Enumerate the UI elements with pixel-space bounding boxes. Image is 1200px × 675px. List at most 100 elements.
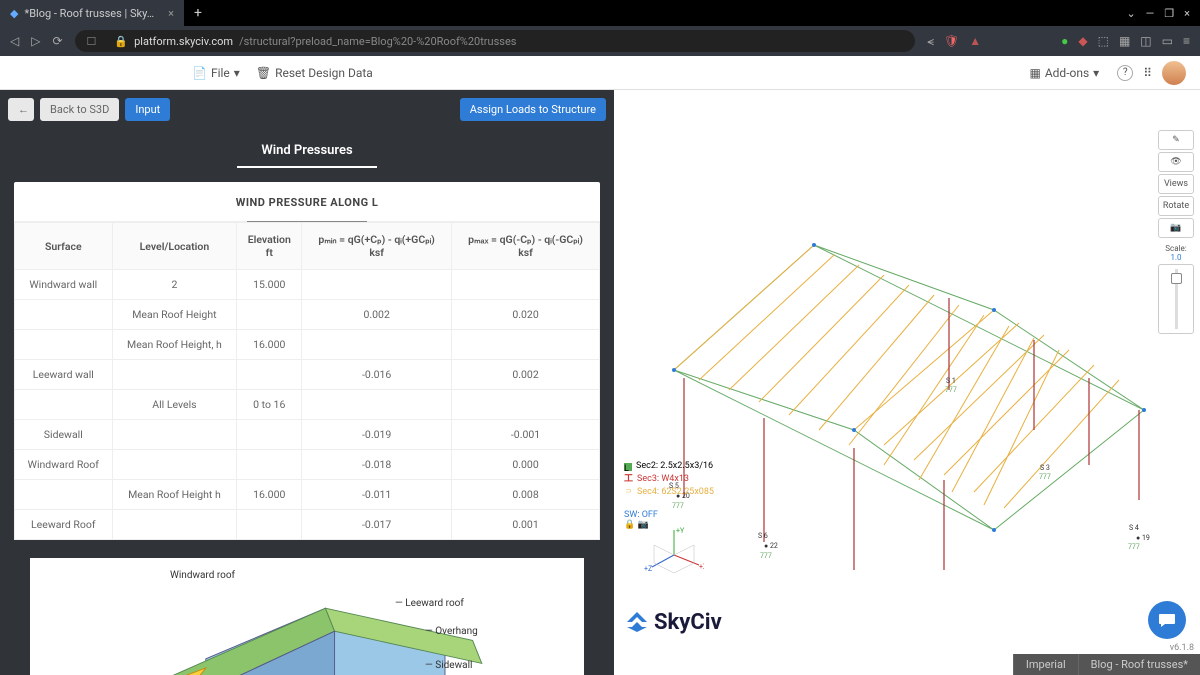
project-name: Blog - Roof trusses* bbox=[1078, 654, 1200, 675]
label-sidewall: — Sidewall bbox=[425, 660, 472, 671]
units-toggle[interactable]: Imperial bbox=[1013, 654, 1078, 675]
minimize-icon[interactable]: — bbox=[1146, 7, 1155, 20]
chevron-down-icon: ▾ bbox=[234, 66, 240, 80]
reload-icon[interactable]: ⟳ bbox=[52, 34, 62, 48]
label-leeward-roof: — Leeward roof bbox=[395, 598, 464, 609]
menu-icon[interactable]: ≡ bbox=[1183, 34, 1190, 49]
apps-icon[interactable]: ⠿ bbox=[1143, 66, 1152, 80]
scale-slider[interactable] bbox=[1158, 264, 1194, 334]
rotate-button[interactable]: Rotate bbox=[1158, 196, 1194, 216]
svg-text:S 3: S 3 bbox=[1040, 464, 1050, 472]
url-bar: ◁ ▷ ⟳ ☐ 🔒 platform.skyciv.com/structural… bbox=[0, 26, 1200, 56]
pressure-title: WIND PRESSURE ALONG L bbox=[14, 196, 600, 222]
skyciv-logo: SkyCiv bbox=[624, 609, 722, 635]
pressure-card: WIND PRESSURE ALONG L Surface Level/Loca… bbox=[14, 182, 600, 540]
eye-icon[interactable]: 👁 bbox=[1158, 152, 1194, 172]
ext-icon-3[interactable]: ⬚ bbox=[1098, 34, 1109, 49]
file-menu[interactable]: 📄 File ▾ bbox=[184, 62, 248, 84]
scale-label: Scale:1.0 bbox=[1158, 244, 1194, 262]
back-to-s3d-button[interactable]: Back to S3D bbox=[40, 98, 119, 121]
new-tab-button[interactable]: + bbox=[184, 1, 212, 25]
chevron-down-icon[interactable]: ⌄ bbox=[1126, 7, 1135, 20]
svg-text:777: 777 bbox=[1128, 543, 1140, 551]
ext-icon-6[interactable]: ▭ bbox=[1162, 34, 1173, 49]
table-row: Mean Roof Height, h16.000 bbox=[15, 330, 600, 360]
shield-icon[interactable]: 🛡 bbox=[944, 34, 959, 49]
lock-icon: 🔒 bbox=[114, 35, 128, 48]
share-icon[interactable]: ⪪ bbox=[927, 34, 934, 49]
version-label: v6.1.8 bbox=[1170, 643, 1194, 653]
svg-text:S 1: S 1 bbox=[946, 377, 956, 385]
wind-pressures-tab[interactable]: Wind Pressures bbox=[237, 129, 377, 168]
svg-text:● 22: ● 22 bbox=[764, 542, 778, 550]
th-elev: Elevationft bbox=[237, 223, 302, 270]
svg-text:+Y: +Y bbox=[676, 527, 685, 535]
viewport-panel: S 5● 20777 S 6● 22777 S 7● 24777 S 8● 26… bbox=[614, 90, 1200, 675]
table-row: Windward wall215.000 bbox=[15, 270, 600, 300]
left-panel: ← Back to S3D Input Assign Loads to Stru… bbox=[0, 90, 614, 675]
bookmark-icon[interactable]: ☐ bbox=[87, 35, 97, 48]
axis-widget[interactable]: +X +Y +Z bbox=[644, 525, 704, 585]
svg-text:+Z: +Z bbox=[644, 565, 652, 573]
table-row: Windward Roof-0.0180.000 bbox=[15, 450, 600, 480]
back-button[interactable]: ← bbox=[8, 98, 34, 121]
app-toolbar: 📄 File ▾ 🗑 Reset Design Data ▦ Add-ons ▾… bbox=[0, 56, 1200, 90]
th-level: Level/Location bbox=[112, 223, 237, 270]
input-tab[interactable]: Input bbox=[125, 98, 170, 121]
trash-icon: 🗑 bbox=[256, 66, 271, 80]
table-row: Mean Roof Height h16.000-0.0110.008 bbox=[15, 480, 600, 510]
address-bar[interactable]: ☐ 🔒 platform.skyciv.com/structural?prelo… bbox=[75, 30, 916, 52]
window-controls: ⌄ — ❐ × bbox=[1126, 7, 1200, 20]
tab-favicon: ◆ bbox=[10, 7, 18, 20]
chevron-down-icon: ▾ bbox=[1093, 66, 1099, 80]
house-diagram: Windward roof — Leeward roof — Overhang … bbox=[30, 558, 584, 675]
chat-button[interactable] bbox=[1148, 601, 1186, 639]
status-footer: Imperial Blog - Roof trusses* bbox=[1013, 654, 1200, 675]
ext-icon-4[interactable]: ▦ bbox=[1119, 34, 1130, 49]
table-row: All Levels0 to 16 bbox=[15, 390, 600, 420]
close-window-icon[interactable]: × bbox=[1184, 7, 1190, 20]
url-host: platform.skyciv.com bbox=[134, 35, 233, 48]
th-pmin: pₘᵢₙ = qG(+Cₚ) - qᵢ(+GCₚᵢ)ksf bbox=[302, 223, 452, 270]
svg-text:● 19: ● 19 bbox=[1136, 534, 1150, 542]
lock-icon: 🔒 bbox=[624, 520, 635, 530]
avatar[interactable] bbox=[1162, 61, 1186, 85]
nav-forward-icon[interactable]: ▷ bbox=[31, 34, 40, 48]
label-windward-roof: Windward roof bbox=[170, 570, 235, 581]
maximize-icon[interactable]: ❐ bbox=[1164, 7, 1174, 20]
close-icon[interactable]: × bbox=[168, 7, 174, 20]
browser-tab[interactable]: ◆ *Blog - Roof trusses | Sky… × bbox=[0, 0, 184, 26]
views-button[interactable]: Views bbox=[1158, 174, 1194, 194]
help-icon[interactable]: ? bbox=[1117, 65, 1133, 81]
svg-text:777: 777 bbox=[945, 386, 957, 394]
table-row: Mean Roof Height0.0020.020 bbox=[15, 300, 600, 330]
svg-text:+X: +X bbox=[699, 563, 704, 571]
file-icon: 📄 bbox=[192, 66, 207, 80]
svg-text:S 6: S 6 bbox=[758, 532, 768, 540]
label-overhang: — Overhang bbox=[425, 626, 478, 637]
ext-icon-2[interactable]: ◆ bbox=[1078, 34, 1087, 49]
assign-loads-button[interactable]: Assign Loads to Structure bbox=[460, 98, 606, 121]
pressure-table: Surface Level/Location Elevationft pₘᵢₙ … bbox=[14, 222, 600, 540]
table-row: Leeward Roof-0.0170.001 bbox=[15, 510, 600, 540]
3d-viewport[interactable]: S 5● 20777 S 6● 22777 S 7● 24777 S 8● 26… bbox=[614, 90, 1150, 645]
camera-icon[interactable]: 📷 bbox=[1158, 218, 1194, 238]
nav-back-icon[interactable]: ◁ bbox=[10, 34, 19, 48]
tab-title: *Blog - Roof trusses | Sky… bbox=[24, 7, 154, 20]
brave-icon[interactable]: ▲ bbox=[969, 34, 981, 49]
ext-icon-1[interactable]: ● bbox=[1061, 34, 1068, 49]
table-row: Leeward wall-0.0160.002 bbox=[15, 360, 600, 390]
addons-menu[interactable]: ▦ Add-ons ▾ bbox=[1021, 62, 1107, 84]
ext-icon-5[interactable]: ◫ bbox=[1140, 34, 1151, 49]
reset-design-button[interactable]: 🗑 Reset Design Data bbox=[248, 62, 381, 84]
section-legend: LSec2: 2.5x2.5x3/16 工Sec3: W4x13 ⸧Sec4: … bbox=[624, 460, 714, 499]
svg-text:S 4: S 4 bbox=[1129, 524, 1139, 532]
table-row: Sidewall-0.019-0.001 bbox=[15, 420, 600, 450]
grid-icon: ▦ bbox=[1029, 66, 1040, 80]
svg-text:777: 777 bbox=[1039, 473, 1051, 481]
svg-text:777: 777 bbox=[672, 502, 684, 510]
pencil-icon[interactable]: ✎ bbox=[1158, 130, 1194, 150]
th-surface: Surface bbox=[15, 223, 113, 270]
viewport-tools: ✎ 👁 Views Rotate 📷 Scale:1.0 bbox=[1158, 130, 1194, 334]
browser-titlebar: ◆ *Blog - Roof trusses | Sky… × + ⌄ — ❐ … bbox=[0, 0, 1200, 26]
